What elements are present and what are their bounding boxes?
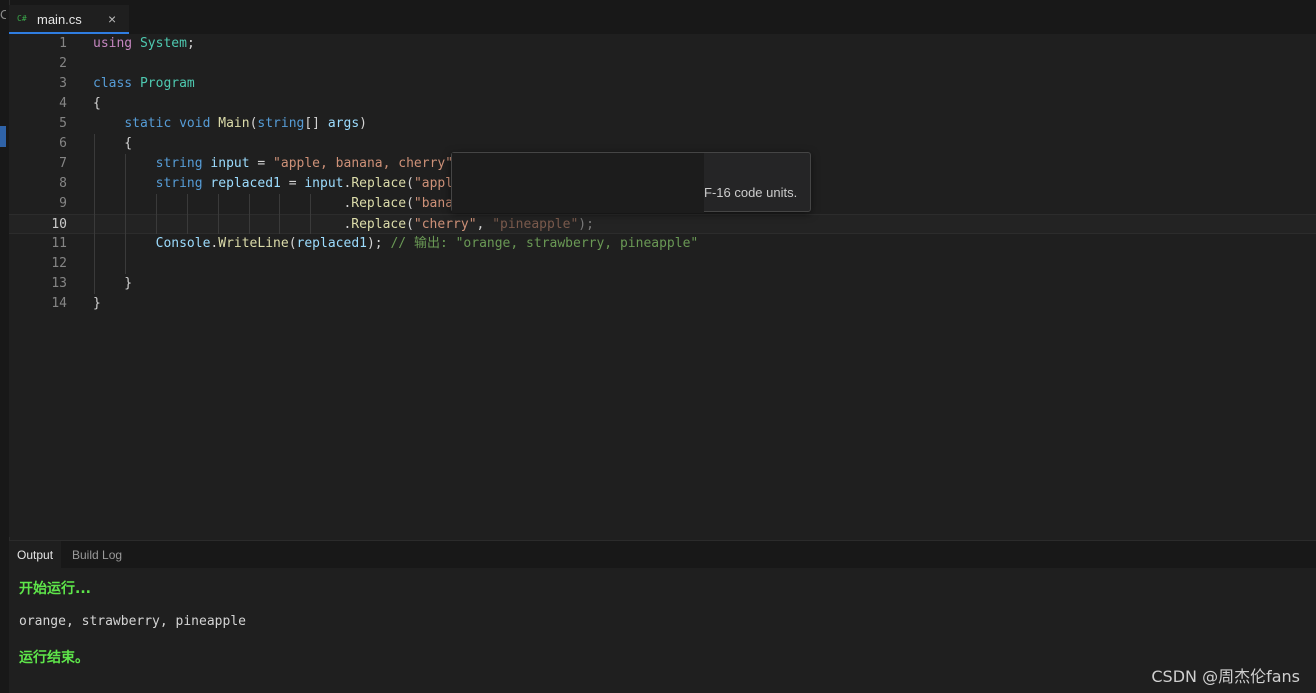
code-text: class Program: [93, 76, 195, 91]
output-result-line: orange, strawberry, pineapple: [19, 614, 246, 629]
line-number: 11: [51, 236, 67, 251]
code-line[interactable]: 11 Console.WriteLine(replaced1); // 输出: …: [9, 234, 1316, 254]
line-number: 13: [51, 276, 67, 291]
code-line[interactable]: 5 static void Main(string[] args): [9, 114, 1316, 134]
indent-guide: [156, 194, 157, 234]
code-text: }: [93, 296, 101, 311]
line-number: 9: [59, 196, 67, 211]
line-number: 2: [59, 56, 67, 71]
tab-label: main.cs: [37, 12, 82, 27]
bottom-panel-tabs: Output Build Log: [9, 540, 1316, 569]
code-line[interactable]: 10 .Replace("cherry", "pineapple");: [9, 214, 1316, 234]
indent-guide: [218, 194, 219, 234]
line-number: 4: [59, 96, 67, 111]
tooltip-signature-area: [452, 153, 704, 213]
code-text: Console.WriteLine(replaced1); // 输出: "or…: [155, 236, 699, 251]
code-text: {: [93, 96, 101, 111]
line-number: 5: [59, 116, 67, 131]
code-line[interactable]: 14}: [9, 294, 1316, 314]
indent-guide: [187, 194, 188, 234]
line-number: 8: [59, 176, 67, 191]
csharp-file-icon: C#: [17, 14, 27, 23]
indent-guide: [310, 194, 311, 234]
code-text: {: [93, 136, 133, 151]
code-line[interactable]: 3 class Program: [9, 74, 1316, 94]
tab-output[interactable]: Output: [9, 541, 62, 569]
editor-tab-bar: C# main.cs ×: [9, 5, 1316, 35]
activity-glyph: C: [0, 7, 6, 22]
tab-build-log[interactable]: Build Log: [64, 541, 130, 569]
indent-guide: [125, 154, 126, 274]
code-editor[interactable]: 1 using System; 2 3 class Program 4{5 static …: [9, 34, 1316, 537]
code-line[interactable]: 4{: [9, 94, 1316, 114]
code-text: string input = "apple, banana, cherry";: [155, 156, 461, 171]
code-line[interactable]: 13 }: [9, 274, 1316, 294]
activity-active-indicator: [0, 126, 6, 147]
code-line[interactable]: 12: [9, 254, 1316, 274]
indent-guide: [249, 194, 250, 234]
output-panel: 开始运行... orange, strawberry, pineapple 运行…: [9, 568, 1316, 693]
code-text: .Replace("cherry", "pineapple");: [343, 217, 594, 232]
line-number: 10: [51, 217, 67, 232]
hover-tooltip: F-16 code units.: [451, 152, 811, 213]
line-number: 1: [59, 36, 67, 51]
line-number: 14: [51, 296, 67, 311]
output-end-line: 运行结束。: [19, 650, 89, 666]
code-line[interactable]: 6 {: [9, 134, 1316, 154]
close-icon[interactable]: ×: [108, 11, 116, 27]
line-number: 12: [51, 256, 67, 271]
output-start-line: 开始运行...: [19, 581, 91, 597]
indent-guide: [94, 134, 95, 294]
code-line[interactable]: 1 using System;: [9, 34, 1316, 54]
tab-main-cs[interactable]: C# main.cs ×: [9, 5, 129, 34]
indent-guide: [279, 194, 280, 234]
tooltip-text: F-16 code units.: [704, 185, 798, 200]
line-number: 3: [59, 76, 67, 91]
code-line[interactable]: 2: [9, 54, 1316, 74]
code-text: static void Main(string[] args): [124, 116, 367, 131]
line-number: 6: [59, 136, 67, 151]
code-text: }: [93, 276, 133, 291]
code-text: using System;: [93, 36, 195, 51]
line-number: 7: [59, 156, 67, 171]
watermark: CSDN @周杰伦fans: [1151, 667, 1300, 686]
